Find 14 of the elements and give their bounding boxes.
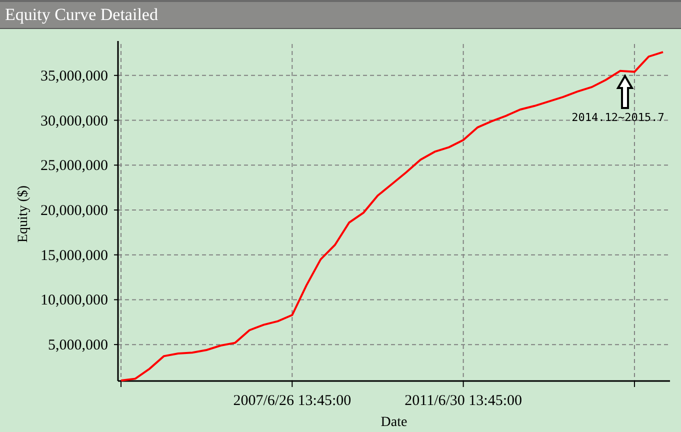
- y-tick-label: 5,000,000: [48, 338, 108, 354]
- y-tick-label: 20,000,000: [40, 203, 108, 219]
- x-tick-label: 2007/6/26 13:45:00: [233, 393, 352, 409]
- window-title: Equity Curve Detailed: [5, 5, 158, 25]
- y-tick-label: 15,000,000: [40, 248, 108, 264]
- annotation-arrow: [616, 74, 634, 109]
- y-tick-label: 35,000,000: [40, 68, 108, 84]
- x-axis-title: Date: [380, 415, 408, 430]
- y-tick-label: 30,000,000: [40, 113, 108, 130]
- annotation-label: 2014.12~2015.7: [572, 111, 664, 124]
- y-tick-label: 25,000,000: [40, 158, 108, 174]
- y-tick-label: 10,000,000: [40, 292, 108, 309]
- y-axis-title: Equity ($): [16, 185, 31, 243]
- x-tick-label: 2011/6/30 13:45:00: [404, 393, 522, 409]
